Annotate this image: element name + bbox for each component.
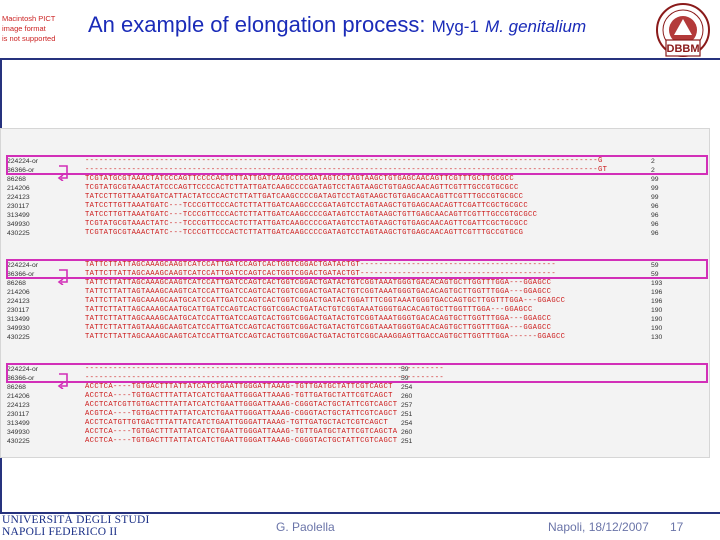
missing-image-line: Macintosh PICT bbox=[2, 14, 56, 23]
sequence-text: TATTCTTATTAGCAAAGCAATGCATTGATCCAGTCACTGG… bbox=[85, 306, 533, 314]
sequence-text: TATCCTTGTTAAATGATC---TCCCGTTCCCACTCTTATT… bbox=[85, 202, 529, 210]
sequence-end-position: 99 bbox=[651, 185, 659, 192]
sequence-text: TCGTATGCGTAAACTATC---TCCCGTTCCCACTCTTATT… bbox=[85, 220, 529, 228]
sequence-end-position: 190 bbox=[651, 316, 663, 323]
sequence-text: TATTCTTATTAGCAAAGCAATGCATCCATTGATCCAGTCA… bbox=[85, 297, 566, 305]
sequence-text: ACCTCA----TGTGACTTTATTATCATCTGAATTGGGATT… bbox=[85, 383, 393, 391]
arrow-icon bbox=[57, 269, 68, 285]
title-divider bbox=[0, 58, 720, 60]
sequence-text: TATTCTTATTAGTAAAGCAAGTCATCCATTGATCCAGTCA… bbox=[85, 324, 552, 332]
slide-title: An example of elongation process: Myg-1 … bbox=[88, 12, 648, 38]
sequence-id: 214206 bbox=[7, 289, 30, 296]
sequence-text: ACCTCATGTTGTGACTTTATTATCATCTGAATTGGGATTA… bbox=[85, 419, 389, 427]
sequence-text: TATCCTTGTTAAATGATC---TCCCGTTCCCACTCTTATT… bbox=[85, 211, 538, 219]
sequence-id: 313499 bbox=[7, 316, 30, 323]
sequence-id: 313499 bbox=[7, 420, 30, 427]
sequence-end-position: 196 bbox=[651, 298, 663, 305]
footer-author: G. Paolella bbox=[276, 520, 335, 534]
or-rows-highlight bbox=[6, 259, 708, 279]
footer-place-date: Napoli, 18/12/2007 bbox=[548, 520, 649, 534]
sequence-id: 214206 bbox=[7, 185, 30, 192]
or-rows-highlight bbox=[6, 363, 708, 383]
sequence-end-position: 251 bbox=[401, 411, 413, 418]
sequence-id: 349930 bbox=[7, 221, 30, 228]
sequence-end-position: 196 bbox=[651, 289, 663, 296]
sequence-text: TATTCTTATTAGTAAAGCAAGTCATCCATTGATCCAGTCA… bbox=[85, 288, 552, 296]
university-name-line2: NAPOLI FEDERICO II bbox=[2, 526, 118, 538]
title-species: M. genitalium bbox=[485, 17, 587, 36]
university-name-line1: UNIVERSITÀ DEGLI STUDI bbox=[2, 514, 150, 526]
or-rows-highlight bbox=[6, 155, 708, 175]
sequence-id: 430225 bbox=[7, 438, 30, 445]
sequence-text: ACGTCA----TGTGACTTTATTATCATCTGAATTGGGATT… bbox=[85, 410, 398, 418]
sequence-text: ACCTCA----TGTGACTTTATTATCATCTGAATTGGGATT… bbox=[85, 428, 398, 436]
university-footer-logo: UNIVERSITÀ DEGLI STUDI NAPOLI FEDERICO I… bbox=[0, 514, 149, 540]
arrow-icon bbox=[57, 373, 68, 389]
sequence-text: TATTCTTATTAGCAAAGCAAGTCATCCATTGATCCAGTCA… bbox=[85, 279, 552, 287]
sequence-end-position: 193 bbox=[651, 280, 663, 287]
sequence-text: ACCTCA----TGTGACTTTATTATCATCTGAATTGGGATT… bbox=[85, 437, 398, 445]
sequence-end-position: 96 bbox=[651, 203, 659, 210]
sequence-end-position: 254 bbox=[401, 420, 413, 427]
title-main: An example of elongation process: bbox=[88, 12, 426, 37]
sequence-alignment-panel: 224224-or ------------------------------… bbox=[0, 128, 710, 458]
sequence-id: 224123 bbox=[7, 298, 30, 305]
sequence-end-position: 96 bbox=[651, 230, 659, 237]
arrow-icon bbox=[57, 165, 68, 181]
title-gene: Myg-1 bbox=[431, 17, 479, 36]
sequence-id: 230117 bbox=[7, 307, 30, 314]
sequence-text: TCGTATGCGTAAACTATCCCAGTTCCCCACTCTTATTGAT… bbox=[85, 184, 519, 192]
sequence-text: ACCTCA----TGTGACTTTATTATCATCTGAATTGGGATT… bbox=[85, 392, 393, 400]
sequence-text: TATTCTTATTAGCAAAGCAAGTCATCCATTGATCCAGTCA… bbox=[85, 333, 566, 341]
sequence-text: TATTCTTATTAGCAAAGCAATGCATCCATTGATCCAGTCA… bbox=[85, 315, 552, 323]
sequence-end-position: 190 bbox=[651, 325, 663, 332]
sequence-end-position: 260 bbox=[401, 393, 413, 400]
missing-image-placeholder: Macintosh PICT image format is not suppo… bbox=[2, 14, 74, 48]
sequence-id: 230117 bbox=[7, 203, 30, 210]
sequence-end-position: 99 bbox=[651, 176, 659, 183]
sequence-end-position: 190 bbox=[651, 307, 663, 314]
missing-image-line: image format bbox=[2, 24, 46, 33]
sequence-end-position: 99 bbox=[651, 194, 659, 201]
missing-image-line: is not supported bbox=[2, 34, 56, 43]
sequence-id: 430225 bbox=[7, 334, 30, 341]
sequence-id: 349930 bbox=[7, 429, 30, 436]
sequence-id: 230117 bbox=[7, 411, 30, 418]
sequence-text: TCGTATGCGTAAACTATCCCAGTTCCCCACTCTTATTGAT… bbox=[85, 175, 515, 183]
sequence-end-position: 257 bbox=[401, 402, 413, 409]
sequence-id: 224123 bbox=[7, 194, 30, 201]
sequence-end-position: 96 bbox=[651, 221, 659, 228]
sequence-end-position: 260 bbox=[401, 429, 413, 436]
sequence-id: 214206 bbox=[7, 393, 30, 400]
sequence-text: ACCTCATCGTTGTGACTTTATTATCATCTGAATTGGGATT… bbox=[85, 401, 398, 409]
sequence-id: 349930 bbox=[7, 325, 30, 332]
sequence-id: 430225 bbox=[7, 230, 30, 237]
sequence-end-position: 254 bbox=[401, 384, 413, 391]
sequence-text: TATCCTTGTTAAATGATCATTACTATCCCACTCTTATTGA… bbox=[85, 193, 524, 201]
sequence-end-position: 96 bbox=[651, 212, 659, 219]
sequence-end-position: 251 bbox=[401, 438, 413, 445]
sequence-id: 224123 bbox=[7, 402, 30, 409]
page-number: 17 bbox=[670, 520, 684, 534]
logo-text: DBBM bbox=[667, 43, 700, 55]
sequence-id: 313499 bbox=[7, 212, 30, 219]
sequence-end-position: 130 bbox=[651, 334, 663, 341]
sequence-text: TCGTATGCGTAAACTATC---TCCCGTTCCCACTCTTATT… bbox=[85, 229, 524, 237]
